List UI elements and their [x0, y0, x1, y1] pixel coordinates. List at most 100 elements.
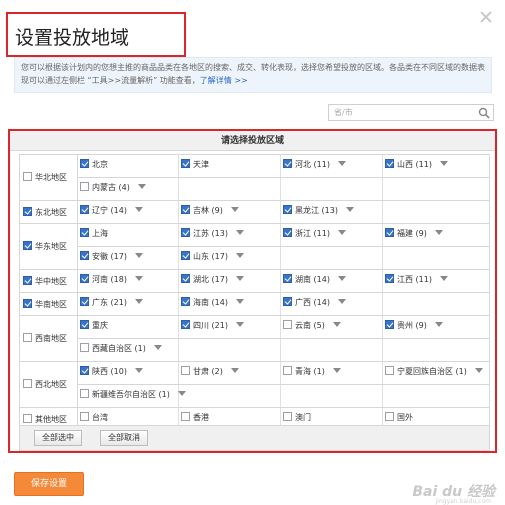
province-option[interactable]: 江苏 (13): [181, 228, 244, 240]
save-settings-button[interactable]: 保存设置: [14, 472, 84, 496]
province-option[interactable]: 山东 (17): [181, 251, 244, 263]
province-checkbox[interactable]: [80, 228, 89, 237]
province-option[interactable]: 浙江 (11): [283, 228, 346, 240]
learn-more-link[interactable]: 了解详情 >>: [200, 76, 248, 85]
region-checkbox[interactable]: [23, 241, 32, 250]
city-dropdown-icon[interactable]: [332, 322, 341, 327]
province-search-input[interactable]: [329, 105, 474, 120]
city-dropdown-icon[interactable]: [177, 391, 186, 396]
province-checkbox[interactable]: [80, 389, 89, 398]
province-checkbox[interactable]: [80, 251, 89, 260]
province-option[interactable]: 贵州 (9): [385, 320, 443, 332]
province-checkbox[interactable]: [283, 274, 292, 283]
province-option[interactable]: 重庆: [80, 320, 108, 332]
province-option[interactable]: 澳门: [283, 412, 311, 424]
province-option[interactable]: 吉林 (9): [181, 205, 239, 217]
city-dropdown-icon[interactable]: [434, 230, 443, 235]
province-checkbox[interactable]: [181, 297, 190, 306]
city-dropdown-icon[interactable]: [134, 276, 143, 281]
city-dropdown-icon[interactable]: [134, 368, 143, 373]
province-checkbox[interactable]: [80, 182, 89, 191]
province-checkbox[interactable]: [80, 320, 89, 329]
deselect-all-button[interactable]: 全部取消: [100, 430, 148, 446]
province-option[interactable]: 香港: [181, 412, 209, 424]
city-dropdown-icon[interactable]: [337, 161, 346, 166]
province-option[interactable]: 四川 (21): [181, 320, 244, 332]
province-option[interactable]: 甘肃 (2): [181, 366, 239, 378]
city-dropdown-icon[interactable]: [134, 253, 143, 258]
province-checkbox[interactable]: [80, 159, 89, 168]
province-checkbox[interactable]: [181, 366, 190, 375]
city-dropdown-icon[interactable]: [235, 322, 244, 327]
province-option[interactable]: 国外: [385, 412, 413, 424]
city-dropdown-icon[interactable]: [134, 207, 143, 212]
city-dropdown-icon[interactable]: [134, 299, 143, 304]
city-dropdown-icon[interactable]: [337, 230, 346, 235]
province-checkbox[interactable]: [385, 412, 394, 421]
region-checkbox[interactable]: [23, 275, 32, 285]
province-checkbox[interactable]: [385, 228, 394, 237]
province-option[interactable]: 湖北 (17): [181, 274, 244, 286]
province-option[interactable]: 黑龙江 (13): [283, 205, 354, 217]
province-checkbox[interactable]: [80, 297, 89, 306]
province-checkbox[interactable]: [283, 412, 292, 421]
province-option[interactable]: 青海 (1): [283, 366, 341, 378]
province-option[interactable]: 安徽 (17): [80, 251, 143, 263]
province-checkbox[interactable]: [283, 366, 292, 375]
city-dropdown-icon[interactable]: [474, 368, 483, 373]
city-dropdown-icon[interactable]: [230, 207, 239, 212]
region-checkbox-label[interactable]: 华中地区: [20, 275, 67, 286]
province-option[interactable]: 河北 (11): [283, 159, 346, 171]
province-option[interactable]: 海南 (14): [181, 297, 244, 309]
city-dropdown-icon[interactable]: [235, 276, 244, 281]
region-checkbox[interactable]: [23, 172, 32, 181]
region-checkbox-label[interactable]: 华东地区: [20, 241, 67, 251]
city-dropdown-icon[interactable]: [153, 345, 162, 350]
province-checkbox[interactable]: [181, 320, 190, 329]
region-checkbox[interactable]: [23, 298, 32, 308]
province-checkbox[interactable]: [80, 274, 89, 283]
province-checkbox[interactable]: [283, 320, 292, 329]
province-checkbox[interactable]: [181, 205, 190, 214]
city-dropdown-icon[interactable]: [137, 184, 146, 189]
province-option[interactable]: 上海: [80, 228, 108, 240]
province-checkbox[interactable]: [80, 412, 89, 421]
province-option[interactable]: 河南 (18): [80, 274, 143, 286]
province-option[interactable]: 西藏自治区 (1): [80, 343, 162, 355]
province-option[interactable]: 天津: [181, 159, 209, 171]
select-all-button[interactable]: 全部选中: [34, 430, 82, 446]
province-option[interactable]: 台湾: [80, 412, 108, 424]
city-dropdown-icon[interactable]: [235, 230, 244, 235]
region-checkbox-label[interactable]: 西南地区: [20, 333, 67, 343]
province-option[interactable]: 云南 (5): [283, 320, 341, 332]
province-checkbox[interactable]: [283, 159, 292, 168]
province-checkbox[interactable]: [283, 228, 292, 237]
region-checkbox-label[interactable]: 西北地区: [20, 379, 67, 389]
province-checkbox[interactable]: [385, 320, 394, 329]
region-checkbox[interactable]: [23, 413, 32, 423]
region-checkbox-label[interactable]: 其他地区: [20, 413, 67, 424]
region-checkbox[interactable]: [23, 333, 32, 342]
region-checkbox[interactable]: [23, 379, 32, 388]
province-checkbox[interactable]: [181, 159, 190, 168]
province-option[interactable]: 山西 (11): [385, 159, 448, 171]
city-dropdown-icon[interactable]: [439, 161, 448, 166]
province-checkbox[interactable]: [181, 251, 190, 260]
city-dropdown-icon[interactable]: [235, 299, 244, 304]
province-option[interactable]: 宁夏回族自治区 (1): [385, 366, 483, 378]
city-dropdown-icon[interactable]: [434, 322, 443, 327]
province-checkbox[interactable]: [283, 297, 292, 306]
city-dropdown-icon[interactable]: [439, 276, 448, 281]
close-icon[interactable]: [479, 10, 493, 24]
province-option[interactable]: 广西 (14): [283, 297, 346, 309]
province-option[interactable]: 湖南 (14): [283, 274, 346, 286]
region-checkbox-label[interactable]: 东北地区: [20, 206, 67, 217]
province-checkbox[interactable]: [80, 366, 89, 375]
region-checkbox-label[interactable]: 华北地区: [20, 172, 67, 182]
province-checkbox[interactable]: [181, 412, 190, 421]
province-checkbox[interactable]: [283, 205, 292, 214]
province-checkbox[interactable]: [181, 274, 190, 283]
region-checkbox-label[interactable]: 华南地区: [20, 298, 67, 309]
city-dropdown-icon[interactable]: [337, 299, 346, 304]
city-dropdown-icon[interactable]: [235, 253, 244, 258]
